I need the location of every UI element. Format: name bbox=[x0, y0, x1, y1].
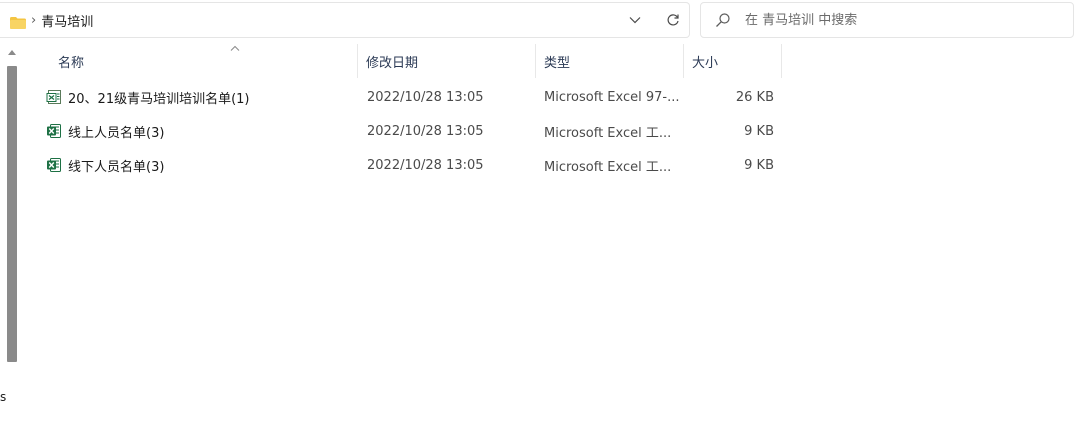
search-box[interactable] bbox=[700, 2, 1074, 38]
address-bar[interactable]: › 青马培训 bbox=[0, 2, 690, 38]
column-header-date[interactable]: 修改日期 bbox=[358, 44, 536, 78]
sort-ascending-icon bbox=[230, 45, 240, 51]
file-size: 9 KB bbox=[744, 123, 774, 139]
excel-icon bbox=[47, 124, 61, 138]
file-list: 20、21级青马培训培训名单(1) 2022/10/28 13:05 Micro… bbox=[22, 80, 784, 182]
column-header-type[interactable]: 类型 bbox=[536, 44, 684, 78]
column-header-size[interactable]: 大小 bbox=[684, 44, 782, 78]
file-modified-date: 2022/10/28 13:05 bbox=[367, 123, 484, 139]
file-size: 26 KB bbox=[735, 89, 774, 105]
file-row[interactable]: 线下人员名单(3) 2022/10/28 13:05 Microsoft Exc… bbox=[22, 148, 784, 182]
navigation-pane-edge: s bbox=[0, 44, 22, 440]
column-headers: 名称 修改日期 类型 大小 bbox=[22, 44, 784, 78]
file-modified-date: 2022/10/28 13:05 bbox=[367, 157, 484, 173]
file-name: 线下人员名单(3) bbox=[68, 159, 165, 175]
file-row[interactable]: 线上人员名单(3) 2022/10/28 13:05 Microsoft Exc… bbox=[22, 114, 784, 148]
breadcrumb-item-qingma[interactable]: 青马培训 bbox=[41, 11, 93, 30]
column-header-date-label: 修改日期 bbox=[366, 55, 419, 71]
file-name: 20、21级青马培训培训名单(1) bbox=[68, 91, 250, 107]
column-header-name[interactable]: 名称 bbox=[50, 44, 358, 78]
refresh-button[interactable] bbox=[663, 10, 683, 30]
file-modified-date: 2022/10/28 13:05 bbox=[367, 89, 484, 105]
breadcrumb-separator: › bbox=[31, 12, 37, 28]
folder-icon bbox=[10, 14, 26, 29]
chevron-down-icon bbox=[629, 17, 641, 24]
file-row[interactable]: 20、21级青马培训培训名单(1) 2022/10/28 13:05 Micro… bbox=[22, 80, 784, 114]
column-header-type-label: 类型 bbox=[544, 55, 571, 71]
file-name: 线上人员名单(3) bbox=[68, 125, 165, 141]
column-header-size-label: 大小 bbox=[692, 55, 719, 71]
nav-truncated-label: s bbox=[0, 390, 7, 404]
file-size: 9 KB bbox=[744, 157, 774, 173]
excel-legacy-icon bbox=[46, 90, 61, 104]
file-type: Microsoft Excel 工... bbox=[544, 159, 672, 175]
file-type: Microsoft Excel 97-... bbox=[544, 89, 680, 105]
address-history-dropdown[interactable] bbox=[625, 10, 645, 30]
scroll-up-arrow[interactable] bbox=[8, 50, 16, 55]
search-icon bbox=[715, 12, 731, 28]
search-input[interactable] bbox=[743, 11, 1047, 29]
refresh-icon bbox=[667, 14, 679, 26]
column-header-name-label: 名称 bbox=[58, 55, 85, 71]
excel-icon bbox=[47, 158, 61, 172]
file-type: Microsoft Excel 工... bbox=[544, 125, 672, 141]
nav-scrollbar-thumb[interactable] bbox=[7, 66, 17, 362]
